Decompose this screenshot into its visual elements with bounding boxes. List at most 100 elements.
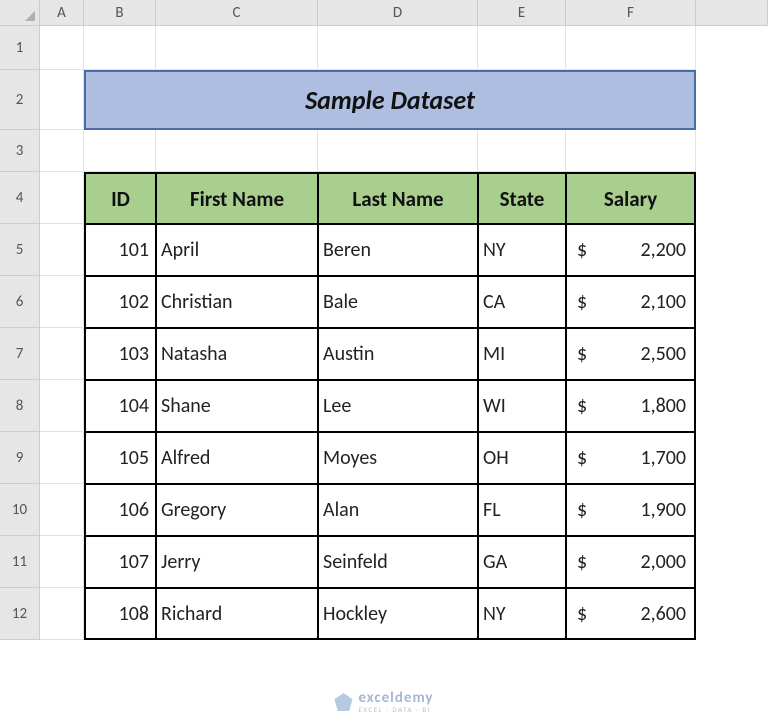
col-header-E[interactable]: E [478, 0, 566, 26]
row-header-11[interactable]: 11 [0, 536, 40, 588]
cell-empty[interactable] [40, 276, 84, 328]
cell-salary[interactable]: $1,900 [566, 484, 696, 536]
col-header-C[interactable]: C [156, 0, 318, 26]
cell-state[interactable]: FL [478, 484, 566, 536]
salary-value: 2,600 [640, 602, 686, 626]
currency-symbol: $ [577, 342, 587, 366]
cell-state[interactable]: GA [478, 536, 566, 588]
cell-empty[interactable] [40, 130, 84, 172]
cell-last-name[interactable]: Austin [318, 328, 478, 380]
cell-id[interactable]: 108 [84, 588, 156, 640]
cell-first-name[interactable]: Natasha [156, 328, 318, 380]
cell-first-name[interactable]: Richard [156, 588, 318, 640]
cell-empty[interactable] [318, 26, 478, 70]
cell-empty[interactable] [40, 172, 84, 224]
col-header-B[interactable]: B [84, 0, 156, 26]
salary-value: 2,200 [640, 238, 686, 262]
cell-state[interactable]: OH [478, 432, 566, 484]
cell-empty[interactable] [40, 380, 84, 432]
header-salary[interactable]: Salary [566, 172, 696, 224]
cell-first-name[interactable]: Gregory [156, 484, 318, 536]
row-header-10[interactable]: 10 [0, 484, 40, 536]
cell-id[interactable]: 107 [84, 536, 156, 588]
cell-state[interactable]: NY [478, 224, 566, 276]
cell-empty[interactable] [40, 224, 84, 276]
cell-last-name[interactable]: Bale [318, 276, 478, 328]
row-header-4[interactable]: 4 [0, 172, 40, 224]
cell-last-name[interactable]: Lee [318, 380, 478, 432]
cell-empty[interactable] [40, 328, 84, 380]
cell-first-name[interactable]: Shane [156, 380, 318, 432]
logo-icon [334, 693, 352, 711]
row-header-5[interactable]: 5 [0, 224, 40, 276]
watermark-text: exceldemy EXCEL · DATA · BI [358, 691, 433, 713]
cell-salary[interactable]: $2,100 [566, 276, 696, 328]
row-header-12[interactable]: 12 [0, 588, 40, 640]
cell-empty[interactable] [84, 130, 156, 172]
header-state[interactable]: State [478, 172, 566, 224]
salary-value: 1,700 [640, 446, 686, 470]
cell-empty[interactable] [40, 432, 84, 484]
cell-empty[interactable] [566, 26, 696, 70]
cell-state[interactable]: NY [478, 588, 566, 640]
cell-state[interactable]: CA [478, 276, 566, 328]
watermark-tag: EXCEL · DATA · BI [358, 706, 433, 713]
cell-salary[interactable]: $2,600 [566, 588, 696, 640]
col-header-blank [696, 0, 768, 26]
cell-salary[interactable]: $1,800 [566, 380, 696, 432]
cell-empty[interactable] [478, 26, 566, 70]
header-last[interactable]: Last Name [318, 172, 478, 224]
cell-empty[interactable] [40, 588, 84, 640]
cell-empty[interactable] [40, 70, 84, 130]
cell-id[interactable]: 106 [84, 484, 156, 536]
cell-state[interactable]: MI [478, 328, 566, 380]
currency-symbol: $ [577, 498, 587, 522]
salary-value: 2,500 [640, 342, 686, 366]
row-headers: 123456789101112 [0, 26, 40, 640]
col-header-F[interactable]: F [566, 0, 696, 26]
cell-id[interactable]: 101 [84, 224, 156, 276]
cell-last-name[interactable]: Seinfeld [318, 536, 478, 588]
cell-id[interactable]: 103 [84, 328, 156, 380]
header-id[interactable]: ID [84, 172, 156, 224]
cell-first-name[interactable]: Jerry [156, 536, 318, 588]
cell-salary[interactable]: $2,200 [566, 224, 696, 276]
cell-empty[interactable] [156, 130, 318, 172]
cell-empty[interactable] [40, 536, 84, 588]
cell-empty[interactable] [40, 26, 84, 70]
row-header-2[interactable]: 2 [0, 70, 40, 130]
cell-last-name[interactable]: Hockley [318, 588, 478, 640]
cell-empty[interactable] [318, 130, 478, 172]
cell-id[interactable]: 104 [84, 380, 156, 432]
cell-first-name[interactable]: Christian [156, 276, 318, 328]
cell-empty[interactable] [84, 26, 156, 70]
cell-salary[interactable]: $1,700 [566, 432, 696, 484]
cell-first-name[interactable]: April [156, 224, 318, 276]
cell-empty[interactable] [566, 130, 696, 172]
cell-state[interactable]: WI [478, 380, 566, 432]
row-header-8[interactable]: 8 [0, 380, 40, 432]
cell-empty[interactable] [40, 484, 84, 536]
row-header-1[interactable]: 1 [0, 26, 40, 70]
cell-empty[interactable] [478, 130, 566, 172]
col-header-D[interactable]: D [318, 0, 478, 26]
row-header-9[interactable]: 9 [0, 432, 40, 484]
cell-empty[interactable] [156, 26, 318, 70]
cell-salary[interactable]: $2,500 [566, 328, 696, 380]
cell-id[interactable]: 105 [84, 432, 156, 484]
row-header-7[interactable]: 7 [0, 328, 40, 380]
row-header-6[interactable]: 6 [0, 276, 40, 328]
cell-last-name[interactable]: Beren [318, 224, 478, 276]
header-first[interactable]: First Name [156, 172, 318, 224]
col-header-A[interactable]: A [40, 0, 84, 26]
cell-salary[interactable]: $2,000 [566, 536, 696, 588]
salary-value: 2,000 [640, 550, 686, 574]
spreadsheet: ABCDEF 123456789101112 Sample DatasetIDF… [0, 0, 768, 719]
cell-last-name[interactable]: Alan [318, 484, 478, 536]
row-header-3[interactable]: 3 [0, 130, 40, 172]
select-all-corner[interactable] [0, 0, 40, 26]
title-cell[interactable]: Sample Dataset [84, 70, 696, 130]
cell-first-name[interactable]: Alfred [156, 432, 318, 484]
cell-last-name[interactable]: Moyes [318, 432, 478, 484]
cell-id[interactable]: 102 [84, 276, 156, 328]
